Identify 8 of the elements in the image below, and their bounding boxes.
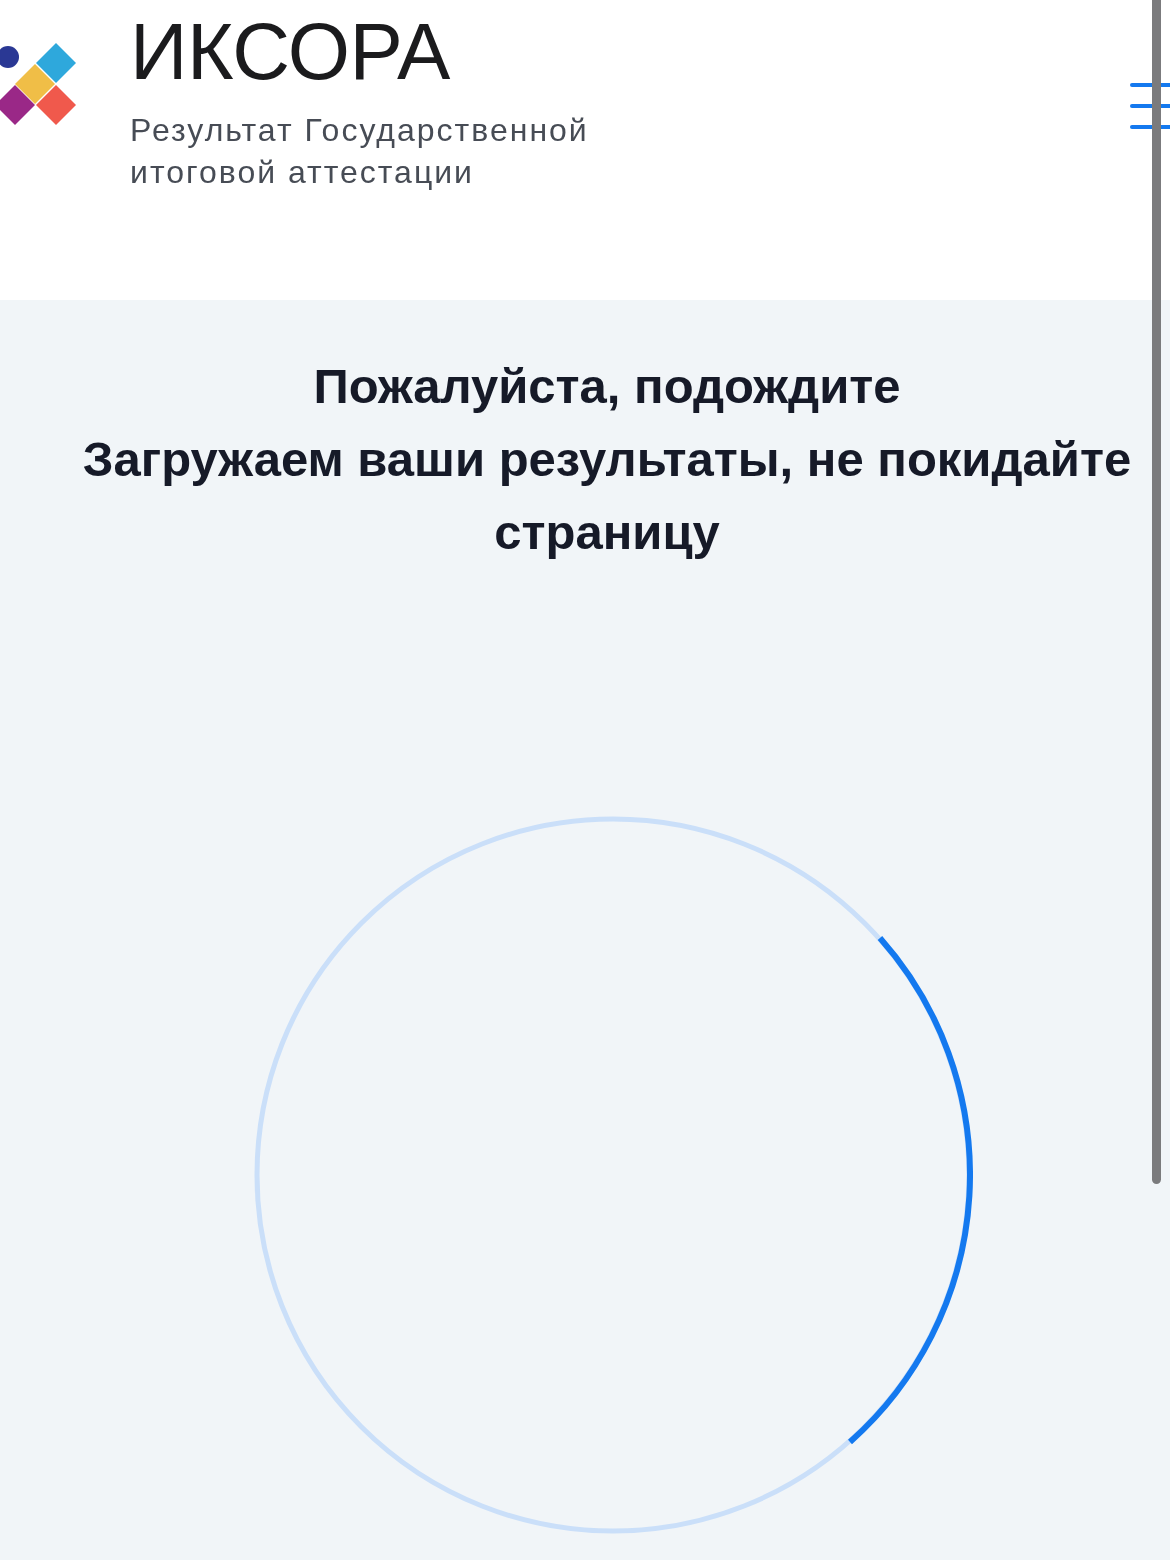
logo-title: ИКСОРА xyxy=(130,12,451,92)
scrollbar-thumb[interactable] xyxy=(1152,0,1161,1184)
loading-spinner-icon xyxy=(253,815,973,1535)
menu-icon xyxy=(1130,82,1170,130)
loading-title: Пожалуйста, подождите xyxy=(312,358,902,415)
menu-button[interactable] xyxy=(1130,82,1170,130)
logo-subtitle: Результат Государственной итоговой аттестации xyxy=(130,111,590,192)
loading-message: Загружаем ваши результаты, не покидайте страницу xyxy=(81,431,1133,561)
